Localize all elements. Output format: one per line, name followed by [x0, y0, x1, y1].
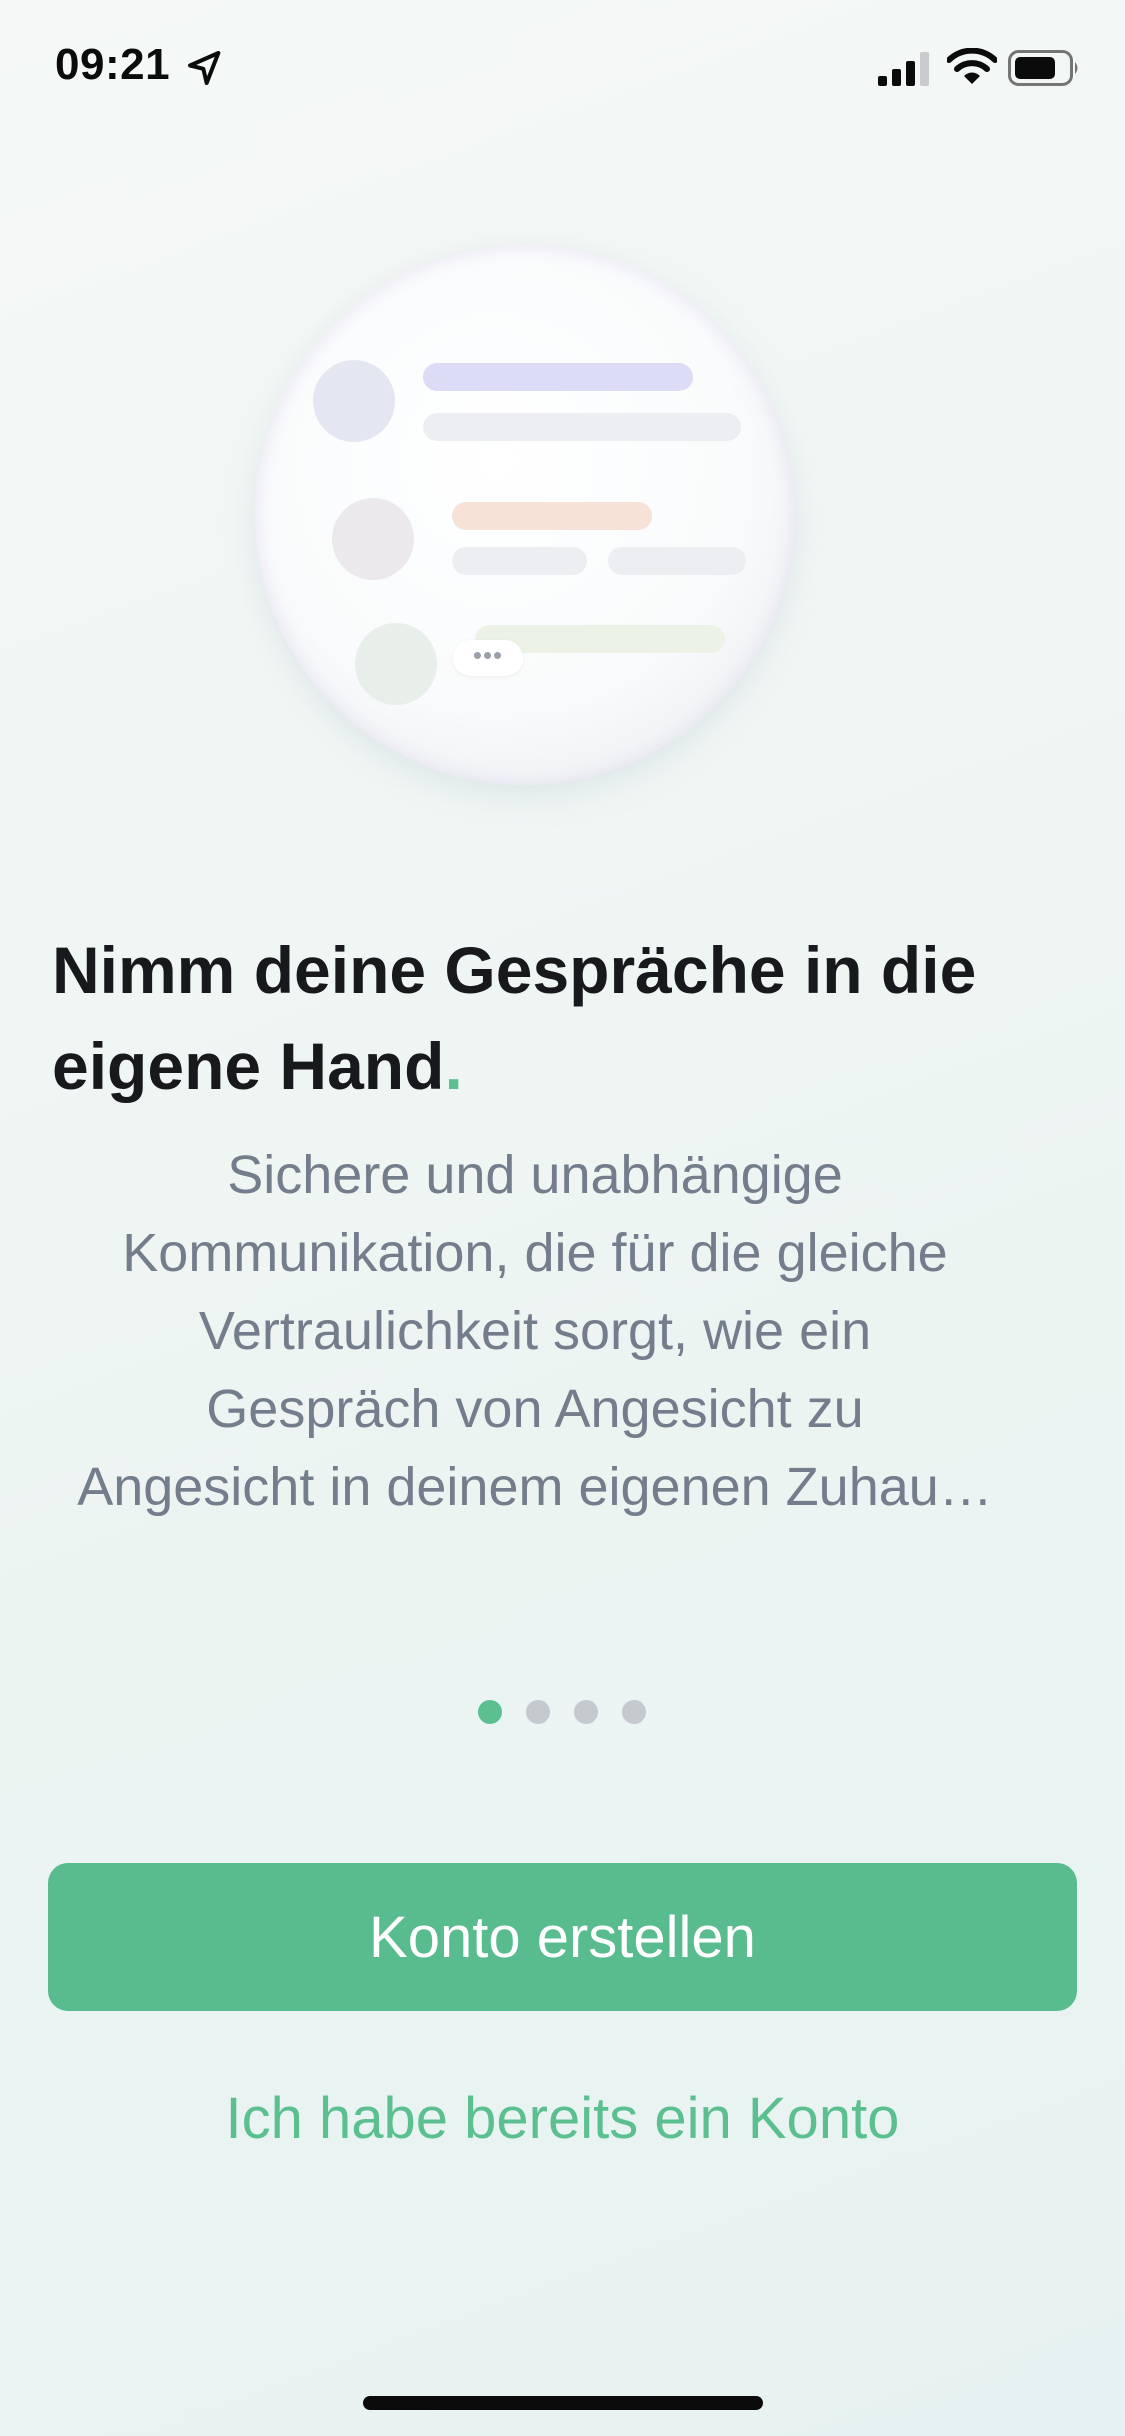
battery-icon: [1008, 50, 1078, 86]
description-line: Gespräch von Angesicht zu: [206, 1379, 864, 1439]
page-dot-1[interactable]: [478, 1700, 502, 1724]
typing-indicator-icon: •••: [453, 640, 523, 676]
chat-illustration: •••: [255, 245, 795, 785]
page-dot-3[interactable]: [574, 1700, 598, 1724]
description-line: Vertraulichkeit sorgt, wie ein: [198, 1301, 872, 1361]
description-line: Kommunikation, die für die gleiche: [122, 1223, 948, 1283]
existing-account-link[interactable]: Ich habe bereits ein Konto: [0, 2085, 1125, 2152]
description-line: Sichere und unabhängige: [227, 1145, 843, 1205]
illustration-message-bar: [423, 363, 693, 391]
cellular-signal-icon: [878, 52, 929, 86]
headline-accent-dot: .: [444, 1029, 463, 1103]
illustration-message-bar: [608, 547, 746, 575]
illustration-avatar: [355, 623, 437, 705]
description-line: Angesicht in deinem eigenen Zuhau…: [77, 1457, 993, 1517]
home-indicator[interactable]: [363, 2396, 763, 2410]
onboarding-headline: Nimm deine Gespräche in die eigene Hand.: [52, 922, 1072, 1114]
illustration-message-bar: [452, 502, 652, 530]
status-time: 09:21: [55, 40, 171, 89]
illustration-avatar: [313, 360, 395, 442]
page-dot-4[interactable]: [622, 1700, 646, 1724]
status-bar: 09:21: [0, 0, 1125, 140]
illustration-avatar: [332, 498, 414, 580]
page-indicator[interactable]: [478, 1700, 646, 1724]
page-dot-2[interactable]: [526, 1700, 550, 1724]
create-account-button[interactable]: Konto erstellen: [48, 1863, 1077, 2011]
wifi-icon: [947, 48, 997, 84]
headline-text: Nimm deine Gespräche in die eigene Hand: [52, 933, 977, 1103]
onboarding-description: Sichere und unabhängige Kommunikation, d…: [0, 1136, 1064, 1526]
illustration-message-bar: [452, 547, 587, 575]
location-arrow-icon: [188, 51, 221, 85]
illustration-message-bar: [423, 413, 741, 441]
